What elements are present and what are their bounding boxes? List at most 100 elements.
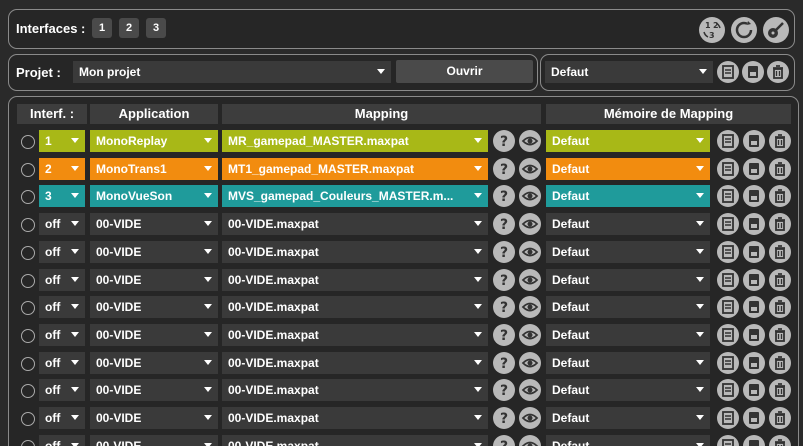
edit-doc-icon[interactable] (717, 61, 739, 83)
interf-dropdown[interactable]: 2 (39, 158, 85, 180)
application-dropdown[interactable]: MonoReplay (90, 130, 218, 152)
eye-icon[interactable] (519, 324, 541, 346)
trash-icon[interactable] (769, 352, 791, 374)
memoire-dropdown[interactable]: Defaut (546, 130, 710, 152)
edit-doc-icon[interactable] (717, 130, 739, 152)
trash-icon[interactable] (767, 61, 789, 83)
memoire-dropdown[interactable]: Defaut (546, 158, 710, 180)
trash-icon[interactable] (769, 407, 791, 429)
interface-button-1[interactable]: 1 (92, 18, 112, 38)
interf-dropdown[interactable]: off (39, 407, 85, 429)
mapping-dropdown[interactable]: 00-VIDE.maxpat (222, 352, 488, 374)
save-icon[interactable] (743, 213, 765, 235)
row-select-radio[interactable] (21, 163, 35, 177)
trash-icon[interactable] (769, 379, 791, 401)
save-icon[interactable] (743, 352, 765, 374)
application-dropdown[interactable]: MonoVueSon (90, 185, 218, 207)
save-icon[interactable] (743, 130, 765, 152)
interf-dropdown[interactable]: off (39, 435, 85, 446)
row-select-radio[interactable] (21, 190, 35, 204)
save-icon[interactable] (743, 435, 765, 446)
application-dropdown[interactable]: 00-VIDE (90, 407, 218, 429)
edit-doc-icon[interactable] (717, 352, 739, 374)
trash-icon[interactable] (769, 296, 791, 318)
question-icon[interactable]: ? (493, 130, 515, 152)
memoire-dropdown[interactable]: Defaut (546, 324, 710, 346)
memoire-dropdown[interactable]: Defaut (546, 296, 710, 318)
memoire-dropdown[interactable]: Defaut (546, 269, 710, 291)
guitar-icon[interactable] (763, 17, 789, 43)
memoire-dropdown[interactable]: Defaut (546, 407, 710, 429)
interf-dropdown[interactable]: 1 (39, 130, 85, 152)
mapping-dropdown[interactable]: 00-VIDE.maxpat (222, 213, 488, 235)
application-dropdown[interactable]: MonoTrans1 (90, 158, 218, 180)
eye-icon[interactable] (519, 158, 541, 180)
trash-icon[interactable] (769, 130, 791, 152)
trash-icon[interactable] (769, 213, 791, 235)
edit-doc-icon[interactable] (717, 185, 739, 207)
interf-dropdown[interactable]: off (39, 352, 85, 374)
interf-dropdown[interactable]: off (39, 241, 85, 263)
memoire-dropdown[interactable]: Defaut (546, 241, 710, 263)
row-select-radio[interactable] (21, 329, 35, 343)
edit-doc-icon[interactable] (717, 158, 739, 180)
application-dropdown[interactable]: 00-VIDE (90, 296, 218, 318)
ouvrir-button[interactable]: Ouvrir (396, 60, 533, 83)
interf-dropdown[interactable]: off (39, 213, 85, 235)
eye-icon[interactable] (519, 352, 541, 374)
edit-doc-icon[interactable] (717, 269, 739, 291)
question-icon[interactable]: ? (493, 158, 515, 180)
application-dropdown[interactable]: 00-VIDE (90, 269, 218, 291)
interf-dropdown[interactable]: off (39, 269, 85, 291)
save-icon[interactable] (743, 379, 765, 401)
refresh-icon[interactable] (731, 17, 757, 43)
save-icon[interactable] (743, 158, 765, 180)
interf-dropdown[interactable]: 3 (39, 185, 85, 207)
edit-doc-icon[interactable] (717, 296, 739, 318)
save-icon[interactable] (743, 241, 765, 263)
mapping-dropdown[interactable]: MT1_gamepad_MASTER.maxpat (222, 158, 488, 180)
edit-doc-icon[interactable] (717, 241, 739, 263)
eye-icon[interactable] (519, 407, 541, 429)
interface-button-2[interactable]: 2 (119, 18, 139, 38)
question-icon[interactable]: ? (493, 324, 515, 346)
projet-dropdown[interactable]: Mon projet (73, 61, 391, 83)
mapping-dropdown[interactable]: 00-VIDE.maxpat (222, 407, 488, 429)
question-icon[interactable]: ? (493, 185, 515, 207)
edit-doc-icon[interactable] (717, 324, 739, 346)
save-icon[interactable] (742, 61, 764, 83)
mapping-dropdown[interactable]: 00-VIDE.maxpat (222, 324, 488, 346)
question-icon[interactable]: ? (493, 379, 515, 401)
eye-icon[interactable] (519, 269, 541, 291)
row-select-radio[interactable] (21, 357, 35, 371)
question-icon[interactable]: ? (493, 407, 515, 429)
trash-icon[interactable] (769, 158, 791, 180)
row-select-radio[interactable] (21, 218, 35, 232)
row-select-radio[interactable] (21, 412, 35, 426)
row-select-radio[interactable] (21, 135, 35, 149)
memoire-dropdown[interactable]: Defaut (546, 435, 710, 446)
mapping-dropdown[interactable]: MR_gamepad_MASTER.maxpat (222, 130, 488, 152)
application-dropdown[interactable]: 00-VIDE (90, 213, 218, 235)
row-select-radio[interactable] (21, 274, 35, 288)
question-icon[interactable]: ? (493, 213, 515, 235)
question-icon[interactable]: ? (493, 296, 515, 318)
row-select-radio[interactable] (21, 301, 35, 315)
eye-icon[interactable] (519, 296, 541, 318)
save-icon[interactable] (743, 269, 765, 291)
question-icon[interactable]: ? (493, 269, 515, 291)
mapping-dropdown[interactable]: 00-VIDE.maxpat (222, 435, 488, 446)
application-dropdown[interactable]: 00-VIDE (90, 324, 218, 346)
question-icon[interactable]: ? (493, 352, 515, 374)
save-icon[interactable] (743, 324, 765, 346)
memoire-dropdown[interactable]: Defaut (546, 185, 710, 207)
mapping-dropdown[interactable]: 00-VIDE.maxpat (222, 269, 488, 291)
eye-icon[interactable] (519, 379, 541, 401)
edit-doc-icon[interactable] (717, 379, 739, 401)
application-dropdown[interactable]: 00-VIDE (90, 435, 218, 446)
eye-icon[interactable] (519, 130, 541, 152)
mapping-dropdown[interactable]: 00-VIDE.maxpat (222, 241, 488, 263)
mapping-dropdown[interactable]: MVS_gamepad_Couleurs_MASTER.m... (222, 185, 488, 207)
application-dropdown[interactable]: 00-VIDE (90, 379, 218, 401)
row-select-radio[interactable] (21, 384, 35, 398)
